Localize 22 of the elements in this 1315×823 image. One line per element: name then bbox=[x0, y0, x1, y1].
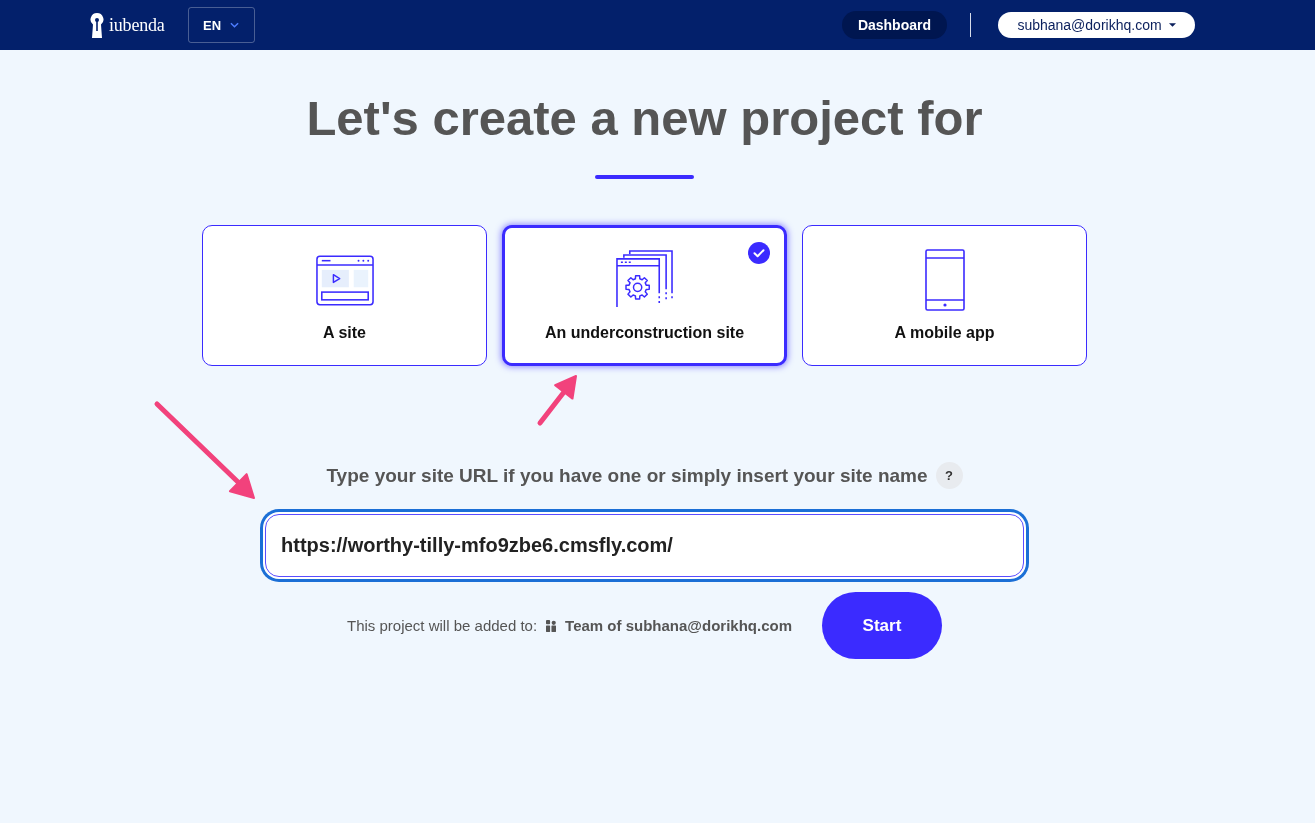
keyhole-logo-icon[interactable] bbox=[90, 12, 104, 38]
project-type-card[interactable]: A site bbox=[202, 225, 487, 366]
url-input[interactable]: https://worthy-tilly-mfo9zbe6.cmsfly.com/ bbox=[265, 514, 1024, 577]
project-type-card[interactable]: An underconstruction site bbox=[502, 225, 787, 366]
url-field-label: Type your site URL if you have one or simply insert your site name bbox=[326, 463, 928, 488]
windows-gear-icon bbox=[616, 250, 673, 307]
browser-window-play-icon bbox=[315, 255, 374, 306]
page-title: Let's create a new project for bbox=[306, 90, 983, 147]
caret-down-icon bbox=[1168, 23, 1176, 27]
language-dropdown[interactable]: EN bbox=[187, 7, 255, 43]
account-menu-button[interactable]: subhana@dorikhq.com bbox=[998, 12, 1195, 38]
project-type-card[interactable]: A mobile app bbox=[802, 225, 1087, 366]
team-icon bbox=[546, 619, 557, 632]
help-button[interactable]: ? bbox=[935, 462, 963, 489]
team-name: Team of subhana@dorikhq.com bbox=[565, 617, 792, 634]
dashboard-button[interactable]: Dashboard bbox=[841, 11, 947, 39]
chevron-down-icon bbox=[230, 22, 240, 28]
check-badge-icon bbox=[748, 242, 770, 264]
destination-text: This project will be added to: bbox=[347, 617, 538, 634]
mobile-phone-icon bbox=[924, 249, 965, 311]
logo-text[interactable]: iubenda bbox=[109, 14, 165, 36]
start-button[interactable]: Start bbox=[822, 592, 942, 659]
